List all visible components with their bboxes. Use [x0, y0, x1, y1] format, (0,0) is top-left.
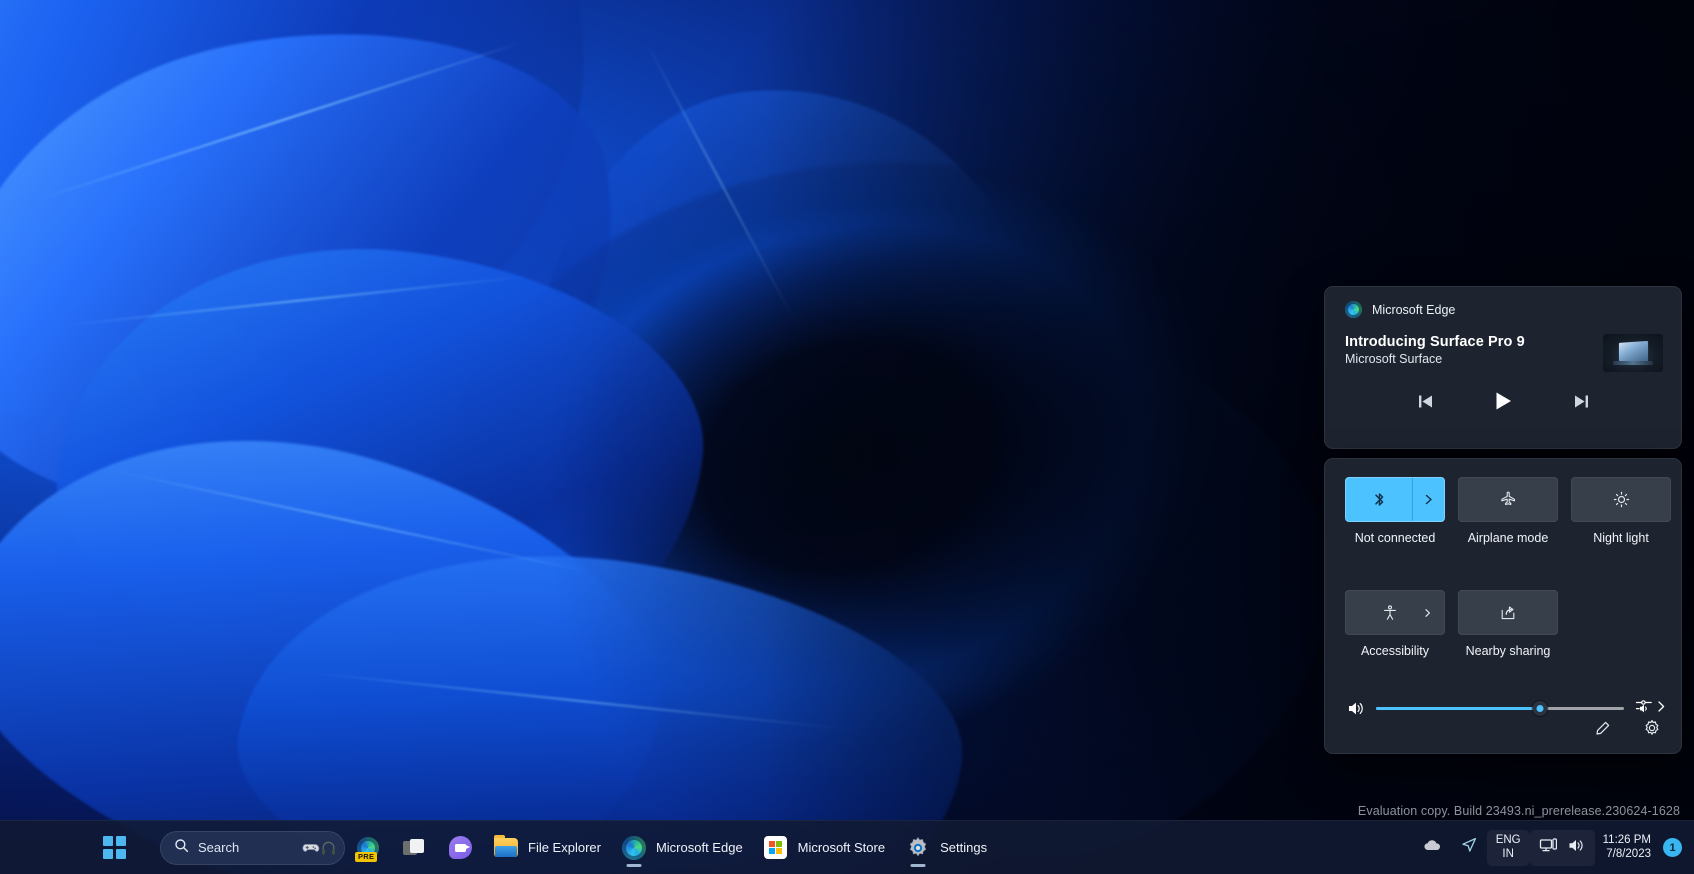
quick-tile-bluetooth[interactable] [1345, 477, 1445, 522]
chevron-right-icon[interactable] [1423, 608, 1432, 617]
gear-icon[interactable] [1637, 713, 1667, 743]
taskbar: Search PRE [0, 820, 1694, 874]
quick-tile-label: Accessibility [1345, 644, 1445, 659]
quick-tile-label: Airplane mode [1458, 531, 1558, 546]
quick-settings-flyout: Not connected Airplane mode [1324, 458, 1682, 754]
taskbar-item-label: Microsoft Store [798, 840, 885, 855]
quick-tile-label: Nearby sharing [1458, 644, 1558, 659]
quick-settings-footer [1587, 713, 1667, 743]
evaluation-watermark: Evaluation copy. Build 23493.ni_prerelea… [1358, 804, 1680, 818]
search-placeholder: Search [198, 840, 300, 855]
slider-fill [1376, 707, 1540, 710]
cloud-icon [1423, 838, 1442, 857]
media-thumbnail [1603, 334, 1663, 372]
quick-tile-accessibility[interactable] [1345, 590, 1445, 635]
quick-settings-grid: Not connected Airplane mode [1325, 459, 1681, 659]
quick-tile-nearby-sharing-cell: Nearby sharing [1458, 590, 1558, 659]
media-artist: Microsoft Surface [1345, 352, 1603, 366]
network-icon [1539, 837, 1558, 859]
brightness-icon [1612, 490, 1631, 509]
search-input[interactable]: Search [160, 831, 345, 865]
media-controls [1325, 388, 1681, 414]
quick-tile-airplane-cell: Airplane mode [1458, 477, 1558, 546]
store-icon [763, 835, 789, 861]
play-button[interactable] [1487, 388, 1519, 414]
taskbar-item-file-explorer[interactable]: File Explorer [483, 827, 611, 869]
taskbar-item-chat[interactable] [437, 827, 483, 869]
taskbar-item-label: Microsoft Edge [656, 840, 743, 855]
edge-icon [621, 835, 647, 861]
tray-onedrive[interactable] [1414, 830, 1451, 866]
taskbar-item-settings[interactable]: Settings [895, 827, 997, 869]
chat-icon [447, 835, 473, 861]
accessibility-icon [1381, 604, 1399, 622]
language-region: IN [1502, 848, 1514, 861]
media-info-row: Introducing Surface Pro 9 Microsoft Surf… [1325, 318, 1681, 372]
quick-tile-nightlight-cell: Night light [1571, 477, 1671, 546]
tray-language[interactable]: ENG IN [1487, 830, 1530, 866]
clock[interactable]: 11:26 PM 7/8/2023 [1595, 834, 1659, 862]
system-tray: ENG IN [1414, 821, 1686, 874]
start-button[interactable] [92, 827, 136, 869]
desktop[interactable]: Evaluation copy. Build 23493.ni_prerelea… [0, 0, 1694, 874]
share-icon [1499, 604, 1517, 622]
taskbar-item-microsoft-edge[interactable]: Microsoft Edge [611, 827, 753, 869]
gamepad-headset-icon [300, 840, 336, 856]
slider-thumb[interactable] [1532, 701, 1547, 716]
previous-track-button[interactable] [1409, 388, 1441, 414]
quick-tile-airplane-mode[interactable] [1458, 477, 1558, 522]
notification-badge[interactable]: 1 [1663, 838, 1682, 857]
tray-network-volume[interactable] [1530, 830, 1595, 866]
speaker-icon [1567, 837, 1586, 859]
bluetooth-icon [1346, 478, 1412, 521]
pencil-icon[interactable] [1587, 713, 1617, 743]
edge-icon [1345, 301, 1362, 318]
gear-icon [905, 835, 931, 861]
taskbar-item-edge-pre[interactable]: PRE [345, 827, 391, 869]
chevron-right-icon[interactable] [1412, 478, 1444, 521]
taskbar-item-task-view[interactable] [391, 827, 437, 869]
folder-icon [493, 835, 519, 861]
media-app-name: Microsoft Edge [1372, 303, 1455, 317]
tray-location[interactable] [1451, 830, 1487, 866]
taskbar-item-label: File Explorer [528, 840, 601, 855]
location-arrow-icon [1460, 836, 1478, 859]
media-track-title: Introducing Surface Pro 9 [1345, 334, 1603, 350]
quick-tile-accessibility-cell: Accessibility [1345, 590, 1445, 659]
speaker-icon[interactable] [1345, 699, 1365, 719]
airplane-icon [1499, 490, 1518, 509]
language-primary: ENG [1496, 834, 1521, 847]
task-view-icon [401, 835, 427, 861]
quick-tile-bluetooth-cell: Not connected [1345, 477, 1445, 546]
edge-pre-icon: PRE [355, 835, 381, 861]
quick-tile-nearby-sharing[interactable] [1458, 590, 1558, 635]
windows-start-icon [103, 836, 126, 859]
taskbar-item-label: Settings [940, 840, 987, 855]
clock-time: 11:26 PM [1603, 834, 1651, 848]
media-app-row: Microsoft Edge [1325, 287, 1681, 318]
next-track-button[interactable] [1565, 388, 1597, 414]
quick-tile-night-light[interactable] [1571, 477, 1671, 522]
clock-date: 7/8/2023 [1606, 848, 1651, 862]
pre-badge: PRE [355, 852, 377, 862]
media-player-flyout: Microsoft Edge Introducing Surface Pro 9… [1324, 286, 1682, 449]
quick-tile-label: Not connected [1345, 531, 1445, 546]
taskbar-item-microsoft-store[interactable]: Microsoft Store [753, 827, 895, 869]
quick-tile-label: Night light [1571, 531, 1671, 546]
search-icon [174, 838, 189, 858]
